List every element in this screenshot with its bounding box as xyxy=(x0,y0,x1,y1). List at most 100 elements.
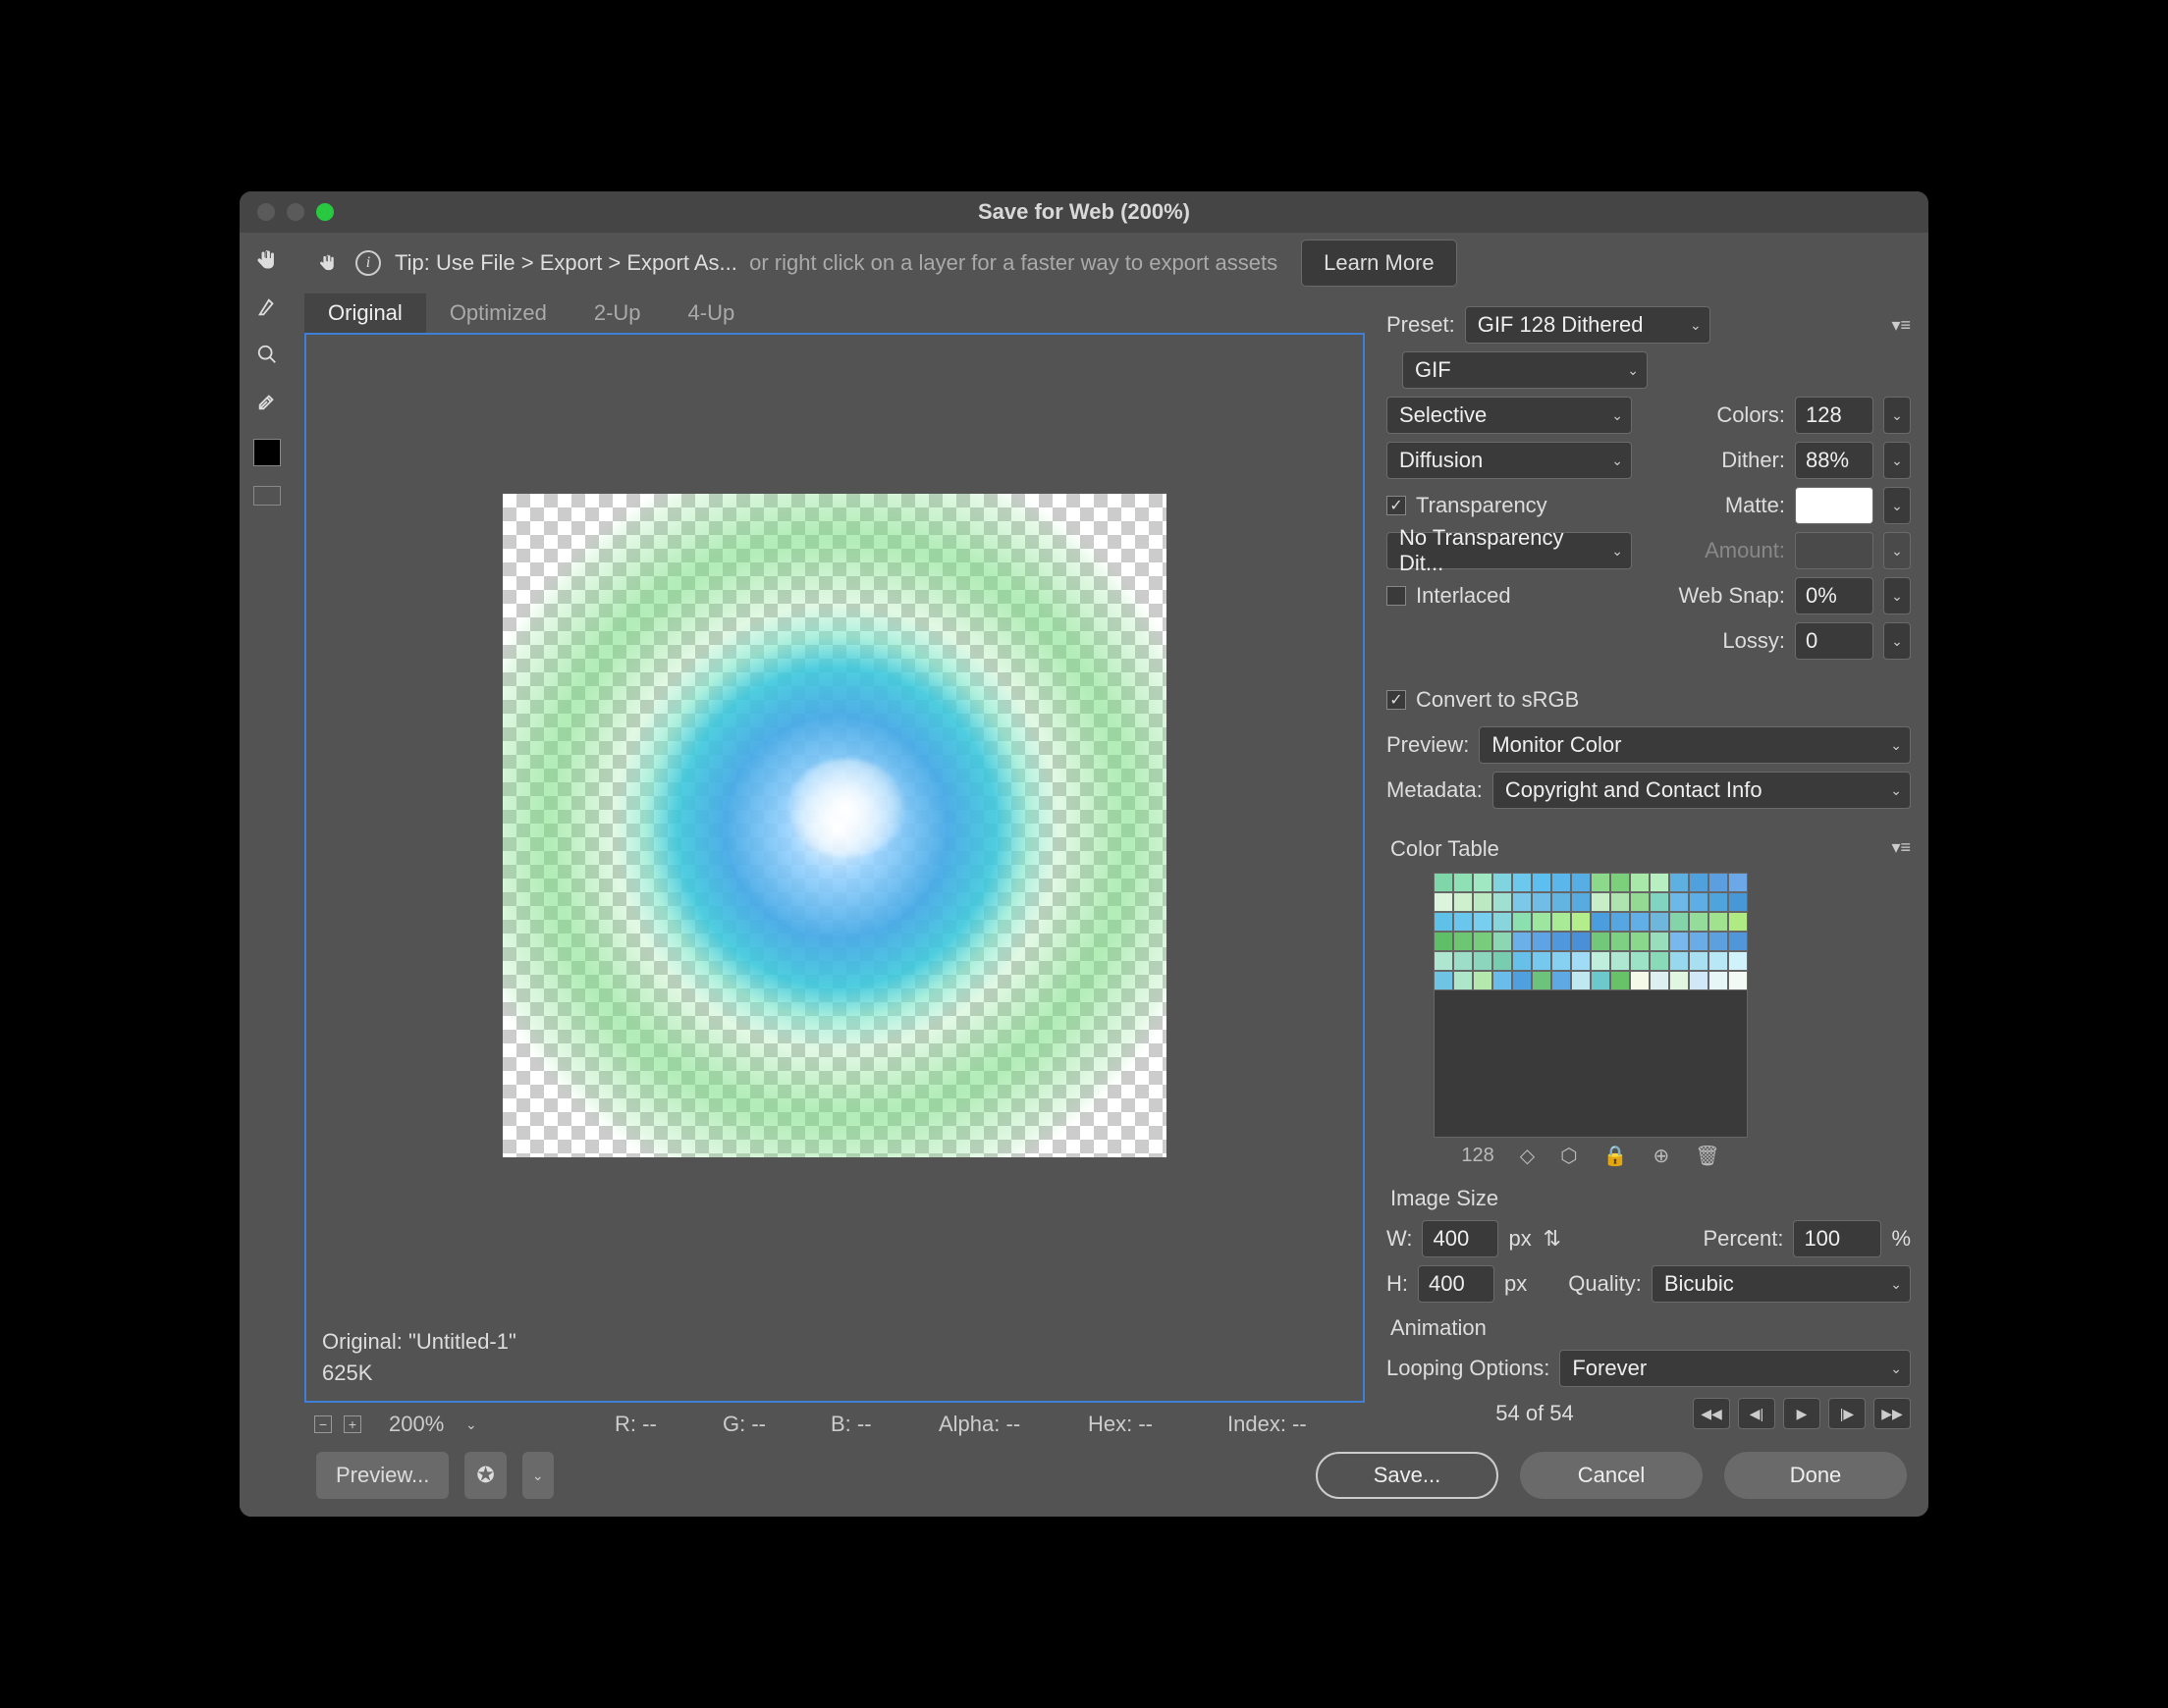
browser-select-button[interactable]: ✪ xyxy=(464,1452,506,1499)
color-swatch[interactable] xyxy=(1708,892,1728,912)
zoom-tool-icon[interactable] xyxy=(249,337,285,372)
color-swatch[interactable] xyxy=(1434,932,1453,951)
metadata-dropdown[interactable]: Copyright and Contact Info⌄ xyxy=(1492,772,1911,809)
color-swatch[interactable] xyxy=(1669,932,1689,951)
color-swatch[interactable] xyxy=(1434,912,1453,932)
color-swatch[interactable] xyxy=(1669,951,1689,971)
color-swatch[interactable] xyxy=(1610,912,1630,932)
color-swatch[interactable] xyxy=(1630,971,1650,990)
color-swatch[interactable] xyxy=(1591,971,1610,990)
color-swatch[interactable] xyxy=(1610,971,1630,990)
color-swatch[interactable] xyxy=(1473,912,1492,932)
color-swatch[interactable] xyxy=(1512,971,1532,990)
color-swatch[interactable] xyxy=(1708,951,1728,971)
browser-dropdown-button[interactable]: ⌄ xyxy=(522,1452,554,1499)
color-swatch[interactable] xyxy=(1512,892,1532,912)
color-swatch[interactable] xyxy=(1728,951,1748,971)
color-swatch[interactable] xyxy=(1591,912,1610,932)
transparency-dither-dropdown[interactable]: No Transparency Dit...⌄ xyxy=(1386,532,1632,569)
color-swatch[interactable] xyxy=(1434,971,1453,990)
color-swatch[interactable] xyxy=(1728,892,1748,912)
quality-dropdown[interactable]: Bicubic⌄ xyxy=(1652,1265,1911,1303)
tab-optimized[interactable]: Optimized xyxy=(426,294,570,333)
color-swatch[interactable] xyxy=(1610,892,1630,912)
color-swatch[interactable] xyxy=(1650,912,1669,932)
color-swatch[interactable] xyxy=(1571,912,1591,932)
color-swatch[interactable] xyxy=(1512,912,1532,932)
color-swatch[interactable] xyxy=(1571,951,1591,971)
color-swatch[interactable] xyxy=(1669,873,1689,892)
color-swatch[interactable] xyxy=(1434,873,1453,892)
color-swatch[interactable] xyxy=(1728,912,1748,932)
color-swatch[interactable] xyxy=(1453,892,1473,912)
done-button[interactable]: Done xyxy=(1724,1452,1907,1499)
color-swatch[interactable] xyxy=(1532,892,1551,912)
zoom-dropdown-icon[interactable]: ⌄ xyxy=(465,1416,477,1433)
color-swatch[interactable] xyxy=(1473,951,1492,971)
zoom-out-button[interactable]: − xyxy=(314,1415,332,1433)
zoom-value[interactable]: 200% xyxy=(389,1412,458,1437)
color-swatch[interactable] xyxy=(1434,951,1453,971)
tab-2-up[interactable]: 2-Up xyxy=(570,294,665,333)
color-swatch[interactable] xyxy=(1689,951,1708,971)
color-swatch[interactable] xyxy=(1650,873,1669,892)
color-swatch[interactable] xyxy=(1708,971,1728,990)
srgb-checkbox[interactable] xyxy=(1386,690,1406,710)
color-swatch[interactable] xyxy=(1532,912,1551,932)
color-swatch[interactable] xyxy=(1708,873,1728,892)
color-swatch[interactable] xyxy=(1571,971,1591,990)
color-table-grid[interactable] xyxy=(1434,873,1748,990)
color-swatch[interactable] xyxy=(1492,951,1512,971)
color-swatch[interactable] xyxy=(1473,971,1492,990)
matte-swatch[interactable] xyxy=(1795,487,1873,524)
color-swatch[interactable] xyxy=(1630,932,1650,951)
color-swatch[interactable] xyxy=(1512,932,1532,951)
color-swatch[interactable] xyxy=(1512,951,1532,971)
format-dropdown[interactable]: GIF⌄ xyxy=(1402,351,1648,389)
web-snap-input[interactable]: 0% xyxy=(1795,577,1873,614)
lock-color-icon[interactable]: 🔒 xyxy=(1603,1144,1628,1168)
dither-input[interactable]: 88% xyxy=(1795,442,1873,479)
colors-input[interactable]: 128 xyxy=(1795,397,1873,434)
color-swatch[interactable] xyxy=(1650,932,1669,951)
color-swatch[interactable] xyxy=(1512,873,1532,892)
color-swatch[interactable] xyxy=(1650,892,1669,912)
color-swatch[interactable] xyxy=(1492,873,1512,892)
color-swatch[interactable] xyxy=(1650,951,1669,971)
color-swatch[interactable] xyxy=(1630,873,1650,892)
color-swatch[interactable] xyxy=(1689,912,1708,932)
color-swatch[interactable] xyxy=(1532,971,1551,990)
color-swatch[interactable] xyxy=(1453,873,1473,892)
lossy-stepper[interactable]: ⌄ xyxy=(1883,622,1911,660)
color-swatch[interactable] xyxy=(1571,873,1591,892)
dither-stepper[interactable]: ⌄ xyxy=(1883,442,1911,479)
shift-web-icon[interactable]: ⬡ xyxy=(1560,1144,1577,1168)
color-table-menu-icon[interactable]: ▾≡ xyxy=(1891,837,1911,858)
interlaced-checkbox[interactable] xyxy=(1386,586,1406,606)
delete-color-icon[interactable]: 🗑 xyxy=(1695,1144,1719,1168)
dither-method-dropdown[interactable]: Diffusion⌄ xyxy=(1386,442,1632,479)
tab-original[interactable]: Original xyxy=(304,294,426,333)
color-swatch[interactable] xyxy=(1551,912,1571,932)
percent-input[interactable]: 100 xyxy=(1793,1220,1881,1257)
color-swatch[interactable] xyxy=(1708,932,1728,951)
new-color-icon[interactable]: ⊕ xyxy=(1653,1144,1669,1168)
color-swatch[interactable] xyxy=(1728,873,1748,892)
matte-dropdown[interactable]: ⌄ xyxy=(1883,487,1911,524)
color-swatch[interactable] xyxy=(1434,892,1453,912)
first-frame-button[interactable]: ◀◀ xyxy=(1693,1398,1730,1429)
prev-frame-button[interactable]: ◀| xyxy=(1738,1398,1775,1429)
eyedropper-tool-icon[interactable] xyxy=(249,384,285,419)
color-swatch[interactable] xyxy=(1532,932,1551,951)
color-swatch[interactable] xyxy=(1591,951,1610,971)
height-input[interactable]: 400 xyxy=(1418,1265,1494,1303)
zoom-in-button[interactable]: + xyxy=(344,1415,361,1433)
color-swatch[interactable] xyxy=(1473,932,1492,951)
hand-tool-icon[interactable] xyxy=(249,242,285,278)
color-swatch[interactable] xyxy=(1492,892,1512,912)
color-swatch[interactable] xyxy=(1669,971,1689,990)
eyedropper-color-swatch[interactable] xyxy=(253,439,281,466)
slice-visibility-toggle[interactable] xyxy=(253,486,281,506)
color-swatch[interactable] xyxy=(1630,892,1650,912)
preview-canvas[interactable] xyxy=(306,335,1363,1316)
